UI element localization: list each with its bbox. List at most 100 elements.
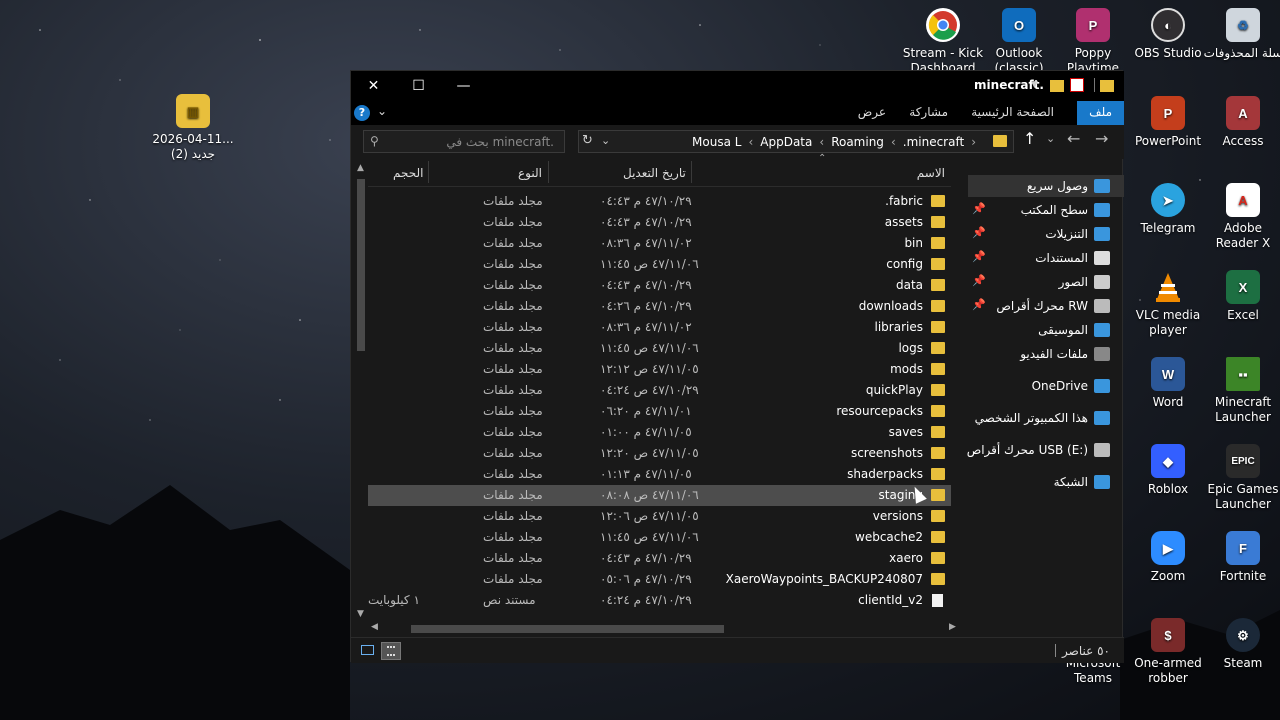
pin-icon[interactable]: 📌	[972, 226, 986, 239]
file-row[interactable]: downloads ٤٧/١٠/٢٩ م ٠٤:٢٦ مجلد ملفات	[368, 296, 951, 317]
tab-file[interactable]: ملف	[1077, 101, 1124, 125]
file-row[interactable]: saves ٤٧/١١/٠٥ م ٠١:٠٠ مجلد ملفات	[368, 422, 951, 443]
file-row[interactable]: staging ٤٧/١١/٠٦ ص ٠٨:٠٨ مجلد ملفات	[368, 485, 951, 506]
nav-item-network[interactable]: الشبكة	[968, 471, 1124, 493]
help-icon[interactable]: ?	[354, 105, 370, 121]
scroll-up-icon[interactable]: ▲	[357, 163, 364, 173]
close-button[interactable]: ✕	[351, 71, 396, 101]
file-row[interactable]: assets ٤٧/١٠/٢٩ م ٠٤:٤٣ مجلد ملفات	[368, 212, 951, 233]
minimize-button[interactable]: —	[441, 71, 486, 101]
desktop-icon-one-armed-robber[interactable]: $ One-armed robber	[1127, 618, 1209, 686]
file-row[interactable]: clientId_v2 ٤٧/١٠/٢٩ م ٠٤:٢٤ مستند نص ١ كيل…	[368, 590, 951, 611]
up-button[interactable]: ↑	[1023, 129, 1036, 148]
nav-item-video[interactable]: ملفات الفيديو	[968, 343, 1124, 365]
file-row[interactable]: config ٤٧/١١/٠٦ ص ١١:٤٥ مجلد ملفات	[368, 254, 951, 275]
tab-view[interactable]: عرض	[858, 105, 886, 119]
file-row[interactable]: .fabric ٤٧/١٠/٢٩ م ٠٤:٤٣ مجلد ملفات	[368, 191, 951, 212]
details-view-button[interactable]	[381, 642, 401, 660]
minecraft-icon: ▪▪	[1226, 357, 1260, 391]
ribbon-expand-chevron-icon[interactable]: ⌄	[377, 104, 387, 118]
pin-icon[interactable]: 📌	[972, 202, 986, 215]
desktop-icon-word[interactable]: W Word	[1127, 357, 1209, 410]
desktop-icon-poppy-playtime[interactable]: P Poppy Playtime	[1052, 8, 1134, 76]
pin-icon[interactable]: 📌	[972, 274, 986, 287]
desktop-icon-outlook[interactable]: O Outlook (classic)	[978, 8, 1060, 76]
breadcrumb-mousa[interactable]: Mousa L	[692, 135, 741, 149]
column-header-size[interactable]: الحجم	[393, 166, 423, 180]
qat-properties-icon[interactable]	[1070, 78, 1084, 92]
horizontal-scrollbar[interactable]: ◀ ▶	[369, 622, 959, 635]
file-row[interactable]: libraries ٤٧/١١/٠٢ م ٠٨:٣٦ مجلد ملفات	[368, 317, 951, 338]
file-row[interactable]: resourcepacks ٤٧/١١/٠١ م ٠٦:٢٠ مجلد ملفات	[368, 401, 951, 422]
file-row[interactable]: webcache2 ٤٧/١١/٠٦ ص ١١:٤٥ مجلد ملفات	[368, 527, 951, 548]
file-name: assets	[884, 215, 923, 229]
file-row[interactable]: mods ٤٧/١١/٠٥ ص ١٢:١٢ مجلد ملفات	[368, 359, 951, 380]
file-row[interactable]: quickPlay ٤٧/١٠/٢٩ ص ٠٤:٢٤ مجلد ملفات	[368, 380, 951, 401]
vertical-scroll-thumb[interactable]	[357, 179, 365, 351]
desktop-icon-recycle-bin[interactable]: ♻ سلة المحذوفات	[1202, 8, 1280, 61]
file-row[interactable]: versions ٤٧/١١/٠٥ ص ١٢:٠٦ مجلد ملفات	[368, 506, 951, 527]
maximize-button[interactable]: ☐	[396, 71, 441, 101]
file-row[interactable]: XaeroWaypoints_BACKUP240807 ٤٧/١٠/٢٩ م ٠٥…	[368, 569, 951, 590]
search-input[interactable]: ⚲ بحث في minecraft.	[363, 130, 565, 153]
large-icons-view-button[interactable]	[357, 642, 377, 660]
back-button[interactable]: →	[1095, 129, 1108, 148]
column-header-type[interactable]: النوع	[518, 166, 542, 180]
file-row[interactable]: screenshots ٤٧/١١/٠٥ ص ١٢:٢٠ مجلد ملفات	[368, 443, 951, 464]
desktop-icon-telegram[interactable]: ➤ Telegram	[1127, 183, 1209, 236]
column-header-date[interactable]: تاريخ التعديل	[623, 166, 686, 180]
refresh-icon[interactable]: ↻	[582, 133, 593, 148]
pin-icon[interactable]: 📌	[972, 298, 986, 311]
scroll-right-icon[interactable]: ▶	[949, 622, 956, 632]
qat-dropdown-icon[interactable]: ▼	[1031, 80, 1041, 94]
breadcrumb-appdata[interactable]: AppData	[760, 135, 812, 149]
nav-item-documents[interactable]: المستندات 📌	[968, 247, 1124, 269]
nav-item-onedrive[interactable]: OneDrive	[968, 375, 1124, 397]
address-dropdown-icon[interactable]: ⌄	[601, 134, 610, 147]
desktop-icon-epic-games[interactable]: EPIC Epic Games Launcher	[1202, 444, 1280, 512]
breadcrumb-roaming[interactable]: Roaming	[831, 135, 884, 149]
address-bar[interactable]: ↻ ⌄ ‹ Mousa L ‹ AppData ‹ Roaming ‹ .minecraft	[578, 130, 1014, 153]
nav-item-desktop[interactable]: سطح المكتب 📌	[968, 199, 1124, 221]
qat-new-folder-icon[interactable]	[1050, 80, 1064, 92]
nav-item-download[interactable]: التنزيلات 📌	[968, 223, 1124, 245]
recent-locations-icon[interactable]: ⌄	[1046, 132, 1055, 145]
file-row[interactable]: xaero ٤٧/١٠/٢٩ م ٠٤:٤٣ مجلد ملفات	[368, 548, 951, 569]
file-row[interactable]: data ٤٧/١٠/٢٩ م ٠٤:٤٣ مجلد ملفات	[368, 275, 951, 296]
desktop-icon-steam[interactable]: ⚙ Steam	[1202, 618, 1280, 671]
desktop-icon-minecraft-launcher[interactable]: ▪▪ Minecraft Launcher	[1202, 357, 1280, 425]
desktop-icon-obs-studio[interactable]: ◐ OBS Studio	[1127, 8, 1209, 61]
file-row[interactable]: logs ٤٧/١١/٠٦ ص ١١:٤٥ مجلد ملفات	[368, 338, 951, 359]
horizontal-scroll-thumb[interactable]	[411, 625, 724, 633]
tab-share[interactable]: مشاركة	[909, 105, 948, 119]
desktop-icon	[1094, 203, 1110, 217]
desktop-icon-zoom[interactable]: ▶ Zoom	[1127, 531, 1209, 584]
scroll-left-icon[interactable]: ◀	[371, 622, 378, 632]
breadcrumb-minecraft[interactable]: .minecraft	[903, 135, 964, 149]
pin-icon[interactable]: 📌	[972, 250, 986, 263]
forward-button[interactable]: ←	[1067, 129, 1080, 148]
nav-item-this-pc[interactable]: هذا الكمبيوتر الشخصي	[968, 407, 1124, 429]
desktop-icon-access[interactable]: A Access	[1202, 96, 1280, 149]
nav-item-drive[interactable]: محرك أقراص RW 📌	[968, 295, 1124, 317]
excel-icon: X	[1226, 270, 1260, 304]
desktop-icon-roblox[interactable]: ◆ Roblox	[1127, 444, 1209, 497]
desktop-icon-powerpoint[interactable]: P PowerPoint	[1127, 96, 1209, 149]
tab-home[interactable]: الصفحة الرئيسية	[971, 105, 1054, 119]
vertical-scrollbar[interactable]: ▲ ▼	[355, 163, 367, 623]
file-row[interactable]: bin ٤٧/١١/٠٢ م ٠٨:٣٦ مجلد ملفات	[368, 233, 951, 254]
qat-folder-icon[interactable]	[1100, 80, 1114, 92]
desktop-icon-zip-folder[interactable]: ▥ 2026-04-11... جديد (2)	[152, 94, 234, 162]
nav-item-pictures[interactable]: الصور 📌	[968, 271, 1124, 293]
desktop-icon-fortnite[interactable]: F Fortnite	[1202, 531, 1280, 584]
desktop-icon-excel[interactable]: X Excel	[1202, 270, 1280, 323]
desktop-icon-vlc[interactable]: VLC media player	[1127, 270, 1209, 338]
nav-item-usb-drive[interactable]: محرك أقراص USB (E:)	[967, 439, 1124, 461]
file-row[interactable]: shaderpacks ٤٧/١١/٠٥ م ٠١:١٣ مجلد ملفات	[368, 464, 951, 485]
desktop-icon-stream-kick[interactable]: Stream - Kick Dashboard	[902, 8, 984, 76]
column-header-name[interactable]: الاسم	[917, 166, 945, 180]
scroll-down-icon[interactable]: ▼	[357, 609, 364, 619]
desktop-icon-adobe-reader[interactable]: A Adobe Reader X	[1202, 183, 1280, 251]
nav-item-star[interactable]: وصول سريع	[968, 175, 1124, 197]
nav-item-music[interactable]: الموسيقى	[968, 319, 1124, 341]
